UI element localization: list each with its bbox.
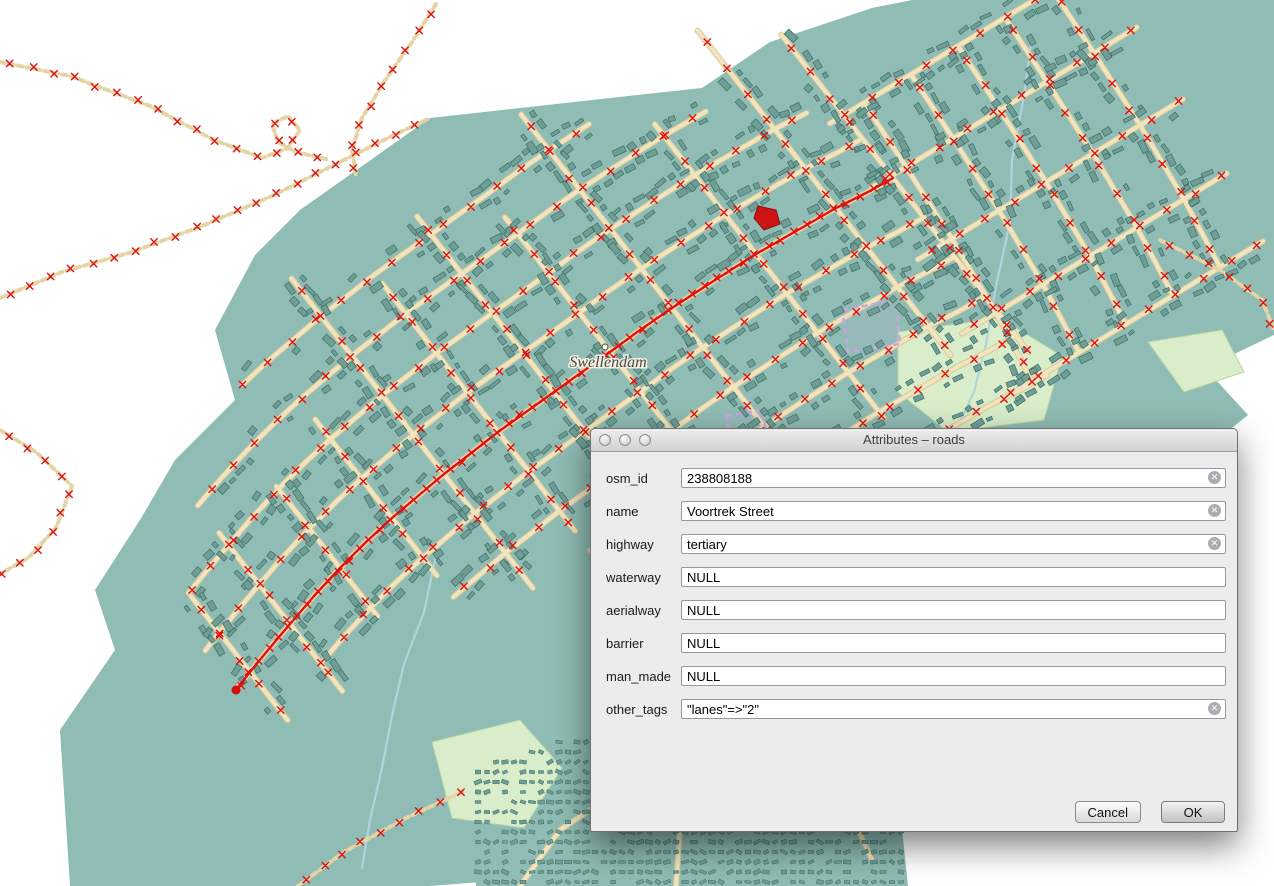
field-label-man-made: man_made <box>606 669 681 684</box>
field-row-man-made: man_made <box>606 666 1226 686</box>
ok-button[interactable]: OK <box>1161 801 1225 823</box>
cancel-button[interactable]: Cancel <box>1075 801 1141 823</box>
name-input[interactable] <box>681 501 1226 521</box>
field-row-barrier: barrier <box>606 633 1226 653</box>
waterway-input[interactable] <box>681 567 1226 587</box>
clear-icon[interactable]: ✕ <box>1208 471 1221 484</box>
field-row-other-tags: other_tags ✕ <box>606 699 1226 719</box>
place-label: Swellendam <box>569 354 646 371</box>
clear-icon[interactable]: ✕ <box>1208 702 1221 715</box>
field-label-aerialway: aerialway <box>606 603 681 618</box>
highway-input[interactable] <box>681 534 1226 554</box>
field-row-aerialway: aerialway <box>606 600 1226 620</box>
clear-icon[interactable]: ✕ <box>1208 504 1221 517</box>
field-label-name: name <box>606 504 681 519</box>
attributes-dialog: Attributes – roads osm_id ✕ name ✕ highw… <box>590 428 1238 832</box>
field-row-waterway: waterway <box>606 567 1226 587</box>
dialog-title: Attributes – roads <box>591 432 1237 447</box>
clear-icon[interactable]: ✕ <box>1208 537 1221 550</box>
field-row-osm-id: osm_id ✕ <box>606 468 1226 488</box>
dialog-titlebar[interactable]: Attributes – roads <box>591 429 1237 452</box>
town-node-layer <box>602 344 608 350</box>
osm-id-input[interactable] <box>681 468 1226 488</box>
dialog-body: osm_id ✕ name ✕ highway ✕ waterway <box>591 452 1237 831</box>
field-label-other-tags: other_tags <box>606 702 681 717</box>
field-row-highway: highway ✕ <box>606 534 1226 554</box>
man-made-input[interactable] <box>681 666 1226 686</box>
field-label-waterway: waterway <box>606 570 681 585</box>
dialog-buttons: Cancel OK <box>1075 801 1225 823</box>
field-row-name: name ✕ <box>606 501 1226 521</box>
field-label-osm-id: osm_id <box>606 471 681 486</box>
barrier-input[interactable] <box>681 633 1226 653</box>
other-tags-input[interactable] <box>681 699 1226 719</box>
field-label-barrier: barrier <box>606 636 681 651</box>
aerialway-input[interactable] <box>681 600 1226 620</box>
field-label-highway: highway <box>606 537 681 552</box>
